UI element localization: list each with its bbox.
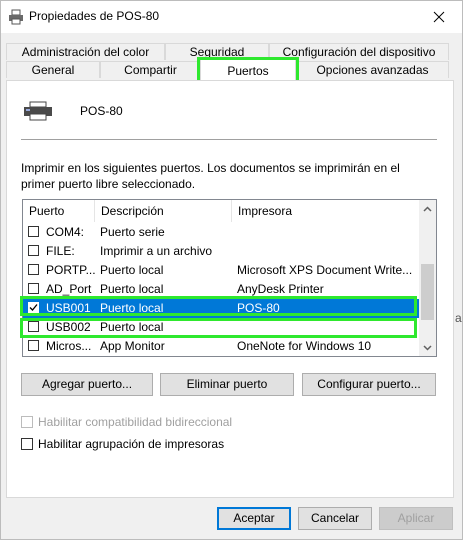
tab-label: General (31, 63, 75, 77)
checkmark-icon (29, 304, 38, 311)
tab-security[interactable]: Seguridad (165, 43, 269, 60)
column-header-description[interactable]: Descripción (95, 200, 232, 222)
column-header-port[interactable]: Puerto (23, 200, 95, 222)
tab-ports[interactable]: Puertos (200, 59, 296, 81)
port-cell: AD_Port (46, 282, 92, 296)
port-cell: COM4: (46, 225, 85, 239)
description-cell: Imprimir a un archivo (100, 244, 213, 258)
tab-advanced-options[interactable]: Opciones avanzadas (296, 61, 449, 78)
column-header-printer[interactable]: Impresora (232, 200, 419, 222)
tab-label: Opciones avanzadas (316, 63, 429, 77)
port-checkbox[interactable] (28, 226, 39, 237)
description-cell: Puerto local (100, 282, 164, 296)
close-button[interactable] (416, 1, 462, 33)
description-cell: Puerto local (100, 301, 164, 315)
port-checkbox[interactable] (28, 321, 39, 332)
scroll-up-button[interactable] (419, 200, 436, 217)
description-cell: Puerto local (100, 320, 164, 334)
tab-label: Configuración del dispositivo (282, 45, 436, 59)
printer-icon (9, 9, 23, 25)
tab-sharing[interactable]: Compartir (100, 61, 201, 78)
ok-button[interactable]: Aceptar (217, 507, 291, 530)
port-cell: Micros... (46, 339, 92, 353)
apply-button[interactable]: Aplicar (379, 507, 453, 530)
table-row-selected[interactable]: USB001 Puerto local POS-80 (23, 299, 419, 318)
printer-icon (24, 101, 52, 121)
port-cell: USB001 (46, 301, 91, 315)
printer-cell: POS-80 (237, 301, 280, 315)
chevron-up-icon (423, 205, 432, 212)
tab-label: Administración del color (21, 45, 150, 59)
port-cell: USB002 (46, 320, 91, 334)
add-port-button[interactable]: Agregar puerto... (21, 373, 153, 396)
table-row[interactable]: USB002 Puerto local (23, 318, 419, 337)
bidirectional-label: Habilitar compatibilidad bidireccional (38, 415, 233, 429)
tab-label: Puertos (227, 64, 269, 78)
configure-port-button[interactable]: Configurar puerto... (302, 373, 436, 396)
tab-color-management[interactable]: Administración del color (6, 43, 165, 60)
table-row[interactable]: Micros... App Monitor OneNote for Window… (23, 337, 419, 356)
table-row[interactable]: PORTP... Puerto local Microsoft XPS Docu… (23, 261, 419, 280)
port-checkbox-checked[interactable] (28, 302, 39, 313)
close-icon (433, 11, 445, 23)
background-text-fragment: a (455, 311, 462, 325)
chevron-down-icon (423, 344, 432, 351)
table-row[interactable]: COM4: Puerto serie (23, 223, 419, 242)
table-row[interactable]: AD_Port Puerto local AnyDesk Printer (23, 280, 419, 299)
port-checkbox[interactable] (28, 283, 39, 294)
separator (21, 139, 437, 140)
bidirectional-checkbox[interactable] (21, 416, 33, 428)
tab-device-settings[interactable]: Configuración del dispositivo (269, 43, 449, 60)
pooling-checkbox[interactable] (21, 438, 33, 450)
description-cell: Puerto serie (100, 225, 165, 239)
description-cell: Puerto local (100, 263, 164, 277)
title-bar: Propiedades de POS-80 (1, 1, 462, 33)
tab-general[interactable]: General (6, 61, 100, 78)
list-header: Puerto Descripción Impresora (23, 200, 419, 223)
port-cell: PORTP... (46, 263, 96, 277)
ports-description: Imprimir en los siguientes puertos. Los … (21, 161, 400, 191)
description-cell: App Monitor (100, 339, 165, 353)
scroll-thumb[interactable] (421, 264, 434, 320)
printer-cell: OneNote for Windows 10 (237, 339, 372, 353)
port-checkbox[interactable] (28, 245, 39, 256)
printer-properties-dialog: Propiedades de POS-80 Administración del… (0, 0, 463, 540)
cancel-button[interactable]: Cancelar (298, 507, 372, 530)
printer-cell: Microsoft XPS Document Write... (237, 263, 413, 277)
ports-list[interactable]: Puerto Descripción Impresora COM4: Puert… (22, 199, 437, 357)
delete-port-button[interactable]: Eliminar puerto (160, 373, 294, 396)
printer-cell: AnyDesk Printer (237, 282, 324, 296)
port-checkbox[interactable] (28, 264, 39, 275)
tab-label: Seguridad (189, 45, 245, 59)
vertical-scrollbar[interactable] (419, 200, 436, 356)
table-row[interactable]: FILE: Imprimir a un archivo (23, 242, 419, 261)
port-checkbox[interactable] (28, 340, 39, 351)
port-cell: FILE: (46, 244, 75, 258)
window-title: Propiedades de POS-80 (29, 9, 160, 23)
ports-panel: POS-80 Imprimir en los siguientes puerto… (6, 80, 454, 498)
pooling-label: Habilitar agrupación de impresoras (38, 437, 225, 451)
scroll-down-button[interactable] (419, 339, 436, 356)
printer-name: POS-80 (80, 104, 123, 118)
tab-label: Compartir (124, 63, 177, 77)
